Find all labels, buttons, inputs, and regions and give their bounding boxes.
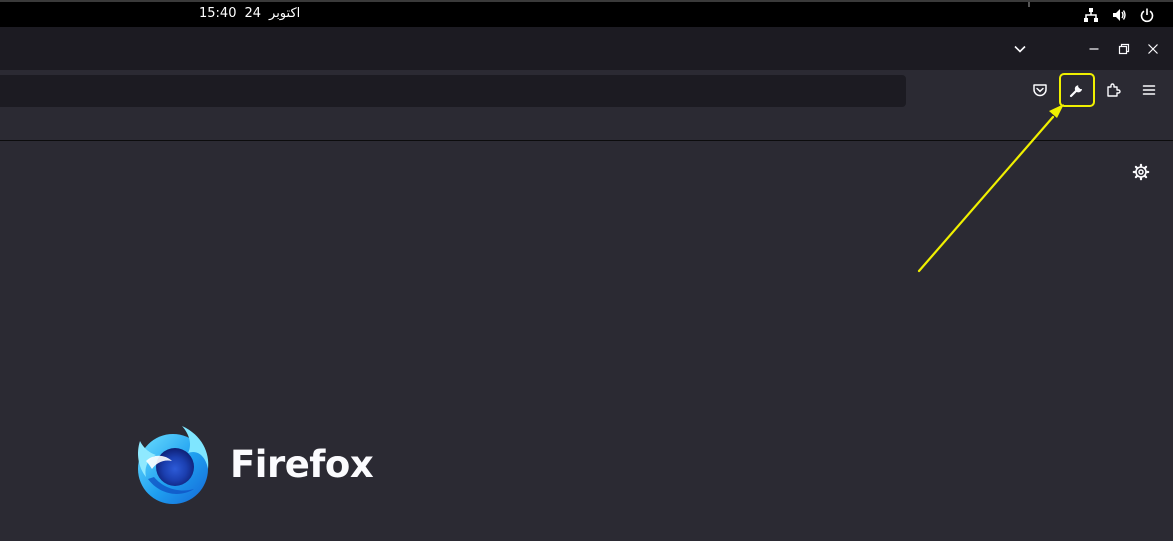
network-icon[interactable] (1081, 5, 1101, 25)
menu-icon[interactable] (1133, 74, 1165, 106)
clock-month: اكتوبر (269, 6, 301, 21)
restore-icon[interactable] (1113, 38, 1135, 60)
clock-day: 24 (244, 6, 262, 21)
firefox-logo: Firefox (132, 423, 374, 505)
url-bar[interactable] (0, 75, 906, 107)
system-top-bar: 15:40 24 اكتوبر (0, 0, 1173, 27)
minimize-icon[interactable] (1083, 38, 1105, 60)
pocket-icon[interactable] (1024, 74, 1056, 106)
list-all-tabs-icon[interactable] (1009, 38, 1031, 60)
tab-strip (0, 27, 1173, 70)
volume-icon[interactable] (1109, 5, 1129, 25)
sysbar-divider (1028, 2, 1030, 7)
clock[interactable]: 15:40 24 اكتوبر (199, 5, 300, 23)
gear-icon[interactable] (1129, 160, 1153, 184)
new-tab-page: Firefox (0, 141, 1173, 541)
firefox-wordmark: Firefox (230, 442, 374, 486)
firefox-developer-logo-icon (138, 426, 209, 504)
navigation-toolbar (0, 70, 1173, 112)
wrench-icon[interactable] (1059, 73, 1095, 107)
screen: 15:40 24 اكتوبر Firefox (0, 0, 1173, 541)
clock-time: 15:40 (199, 6, 237, 21)
close-icon[interactable] (1142, 38, 1164, 60)
power-icon[interactable] (1137, 5, 1157, 25)
extensions-icon[interactable] (1097, 74, 1129, 106)
bookmarks-toolbar (0, 112, 1173, 141)
